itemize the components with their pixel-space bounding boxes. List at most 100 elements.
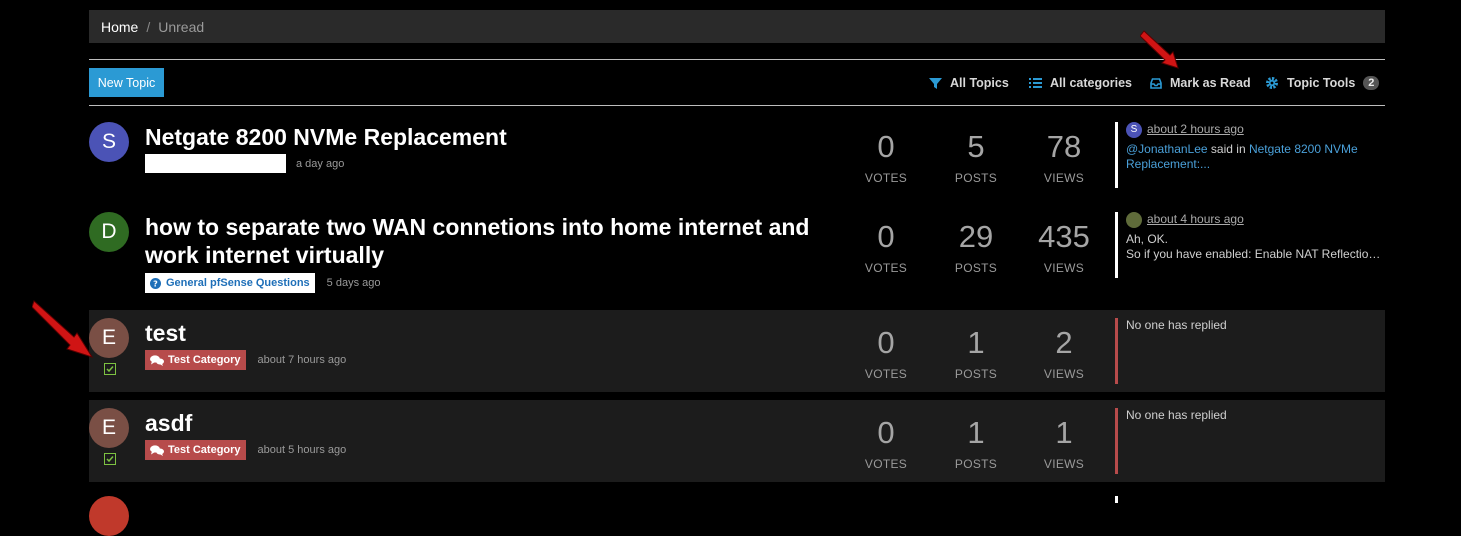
comments-icon [150,444,164,456]
views-stat: 78 VIEWS [1029,130,1099,186]
teaser-line: Ah, OK. [1126,232,1169,246]
check-icon [106,366,114,373]
topic-age[interactable]: about 5 hours ago [258,444,347,456]
views-label: VIEWS [1043,171,1085,185]
topic-title[interactable]: test [145,319,825,347]
new-topic-button[interactable]: New Topic [89,68,164,97]
inbox-icon [1150,77,1162,89]
posts-count: 1 [967,325,985,360]
teaser-user[interactable]: @JonathanLee [1126,142,1208,156]
question-circle-icon: ? [150,277,161,289]
views-stat: 435 VIEWS [1029,219,1099,276]
views-stat: 2 VIEWS [1029,325,1099,382]
views-count: 2 [1055,325,1073,360]
votes-label: VOTES [864,367,908,381]
topic-age[interactable]: a day ago [296,158,344,170]
views-count: 1 [1055,415,1073,450]
teaser-border [1115,496,1118,503]
all-categories-filter[interactable]: All categories [1029,74,1132,92]
teaser-said: said in [1207,142,1249,156]
unread-checkbox[interactable] [104,453,116,465]
category-badge[interactable]: Test Category [145,350,246,370]
topic-tools-count-badge: 2 [1363,76,1380,90]
breadcrumb: Home / Unread [89,10,1385,43]
breadcrumb-home-link[interactable]: Home [101,19,138,35]
topic-tools-dropdown[interactable]: Topic Tools 2 [1265,74,1380,92]
posts-label: POSTS [954,367,998,381]
views-count: 435 [1038,219,1090,254]
all-categories-label: All categories [1050,76,1132,90]
posts-label: POSTS [954,261,998,275]
no-replies-text: No one has replied [1126,408,1227,422]
redacted-category [145,154,286,173]
posts-label: POSTS [954,171,998,185]
posts-stat: 1 POSTS [941,325,1011,382]
teaser-line: So if you have enabled: Enable NAT Refle… [1126,247,1381,261]
last-reply-teaser: No one has replied [1115,408,1396,474]
category-label: Test Category [168,444,241,456]
votes-stat: 0 VOTES [851,219,921,276]
avatar[interactable]: E [89,408,129,448]
mark-as-read-button[interactable]: Mark as Read [1150,74,1251,92]
votes-count: 0 [877,219,895,254]
posts-stat: 1 POSTS [941,415,1011,472]
votes-count: 0 [877,325,895,360]
teaser-time[interactable]: about 4 hours ago [1147,212,1244,226]
avatar[interactable]: S [89,122,129,162]
last-reply-teaser: Sabout 2 hours ago @JonathanLee said in … [1115,122,1396,188]
topic-row[interactable]: S Netgate 8200 NVMe Replacement a day ag… [89,110,1385,198]
views-label: VIEWS [1043,457,1085,471]
posts-count: 5 [967,129,985,164]
posts-count: 1 [967,415,985,450]
topic-title[interactable]: Netgate 8200 NVMe Replacement [145,123,825,151]
all-topics-filter[interactable]: All Topics [929,74,1009,92]
topic-title[interactable]: how to separate two WAN connetions into … [145,213,825,269]
posts-count: 29 [958,219,994,254]
category-label: General pfSense Questions [166,277,310,289]
topic-row[interactable]: E test Test Category about 7 hours ago 0… [89,310,1385,392]
topic-row[interactable]: D how to separate two WAN connetions int… [89,200,1385,304]
topic-age[interactable]: 5 days ago [327,277,381,289]
votes-count: 0 [877,415,895,450]
filter-icon [929,77,942,89]
unread-checkbox[interactable] [104,363,116,375]
divider-bottom [89,105,1385,106]
votes-label: VOTES [864,171,908,185]
category-badge[interactable]: ? General pfSense Questions [145,273,315,293]
posts-stat: 29 POSTS [941,219,1011,276]
mark-as-read-label: Mark as Read [1170,76,1251,90]
votes-stat: 0 VOTES [851,415,921,472]
check-icon [106,456,114,463]
votes-count: 0 [877,129,895,164]
topic-title[interactable]: asdf [145,409,825,437]
topic-row[interactable]: E asdf Test Category about 5 hours ago 0… [89,400,1385,482]
list-icon [1029,78,1042,88]
votes-label: VOTES [864,457,908,471]
all-topics-label: All Topics [950,76,1009,90]
topic-meta: ? General pfSense Questions 5 days ago [145,273,380,293]
topic-meta: Test Category about 7 hours ago [145,350,346,370]
avatar[interactable] [89,496,129,536]
svg-text:?: ? [153,279,158,288]
teaser-avatar[interactable] [1126,212,1142,228]
avatar[interactable]: D [89,212,129,252]
category-label: Test Category [168,354,241,366]
teaser-avatar[interactable]: S [1126,122,1142,138]
topic-meta: Test Category about 5 hours ago [145,440,346,460]
posts-label: POSTS [954,457,998,471]
comments-icon [150,354,164,366]
teaser-time[interactable]: about 2 hours ago [1147,122,1244,136]
breadcrumb-separator: / [146,18,151,35]
last-reply-teaser: No one has replied [1115,318,1396,384]
votes-stat: 0 VOTES [851,325,921,382]
votes-stat: 0 VOTES [851,129,921,186]
topic-age[interactable]: about 7 hours ago [258,354,347,366]
annotation-arrow-icon [1140,30,1179,69]
divider-top [89,59,1385,60]
gear-icon [1266,77,1278,89]
views-label: VIEWS [1043,261,1085,275]
category-badge[interactable]: Test Category [145,440,246,460]
votes-label: VOTES [864,261,908,275]
posts-stat: 5 POSTS [941,129,1011,186]
annotation-arrow-icon [32,300,94,358]
